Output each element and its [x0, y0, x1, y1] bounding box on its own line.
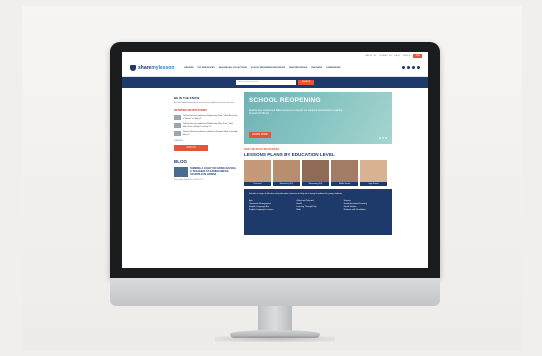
- subject-link[interactable]: English Language Learners: [249, 209, 292, 211]
- subject-link[interactable]: Arts: [249, 200, 292, 202]
- subjects-panel: Includes a range of effective early educ…: [244, 189, 392, 235]
- notification-thumbnail: [174, 131, 181, 137]
- learn-more-button[interactable]: LEARN MORE: [249, 132, 271, 138]
- blog-item[interactable]: SHINING A LIGHT ON HONG DAZHAI, A TEACHE…: [174, 166, 238, 177]
- twitter-icon[interactable]: [407, 66, 410, 69]
- notification-text: National Education Assoc. published Prev…: [183, 131, 238, 136]
- grade-photo: [273, 160, 300, 182]
- grade-label: Elementary (6-8): [302, 182, 329, 186]
- hero-banner: SCHOOL REOPENING Explore free resources …: [244, 92, 392, 144]
- main-column: SCHOOL REOPENING Explore free resources …: [244, 92, 392, 235]
- grade-card[interactable]: Elementary (K-5): [273, 160, 300, 186]
- signin-link[interactable]: SIGN IN: [403, 55, 410, 57]
- imac-stand-neck: [258, 306, 292, 332]
- blog-heading: BLOG: [174, 158, 187, 164]
- sidebar: BE IN THE KNOW See the latest lesson pla…: [174, 92, 238, 235]
- grade-label: Elementary (K-5): [273, 182, 300, 186]
- imac-shadow: [215, 336, 335, 342]
- subject-link[interactable]: Math: [296, 209, 339, 211]
- imac-chin: [110, 278, 440, 306]
- screen: ABOUT US CONTACT US FAQS SIGN IN JOIN sh…: [122, 52, 428, 268]
- top-link-contact[interactable]: CONTACT US: [379, 55, 392, 57]
- know-heading: BE IN THE KNOW: [174, 96, 200, 100]
- blog-meta: Shareable Spotlight | 2020-05-27: [174, 178, 204, 181]
- nav-browse[interactable]: BROWSE: [184, 67, 193, 69]
- join-us-button[interactable]: JOIN US: [174, 144, 208, 151]
- grade-label: Middle School: [331, 182, 358, 186]
- grade-photo: [302, 160, 329, 182]
- know-text: See the latest lesson plans and resource…: [174, 102, 235, 104]
- utility-bar: ABOUT US CONTACT US FAQS SIGN IN JOIN: [122, 52, 428, 59]
- subject-link[interactable]: Science: [344, 200, 387, 202]
- notification-text: Jeffrey Hancock published Wednesday Free…: [183, 115, 238, 120]
- carousel-dot-icon[interactable]: [382, 137, 384, 139]
- main-nav: BROWSE TOP RESOURCES NEA SPECIAL COLLECT…: [184, 67, 340, 69]
- subject-link[interactable]: Learning Through Play: [296, 206, 339, 208]
- lessons-title: LESSONS PLANS BY EDUCATION LEVEL: [244, 152, 335, 157]
- grade-photo: [331, 160, 358, 182]
- nav-teachers[interactable]: TEACHERS: [311, 67, 322, 69]
- subject-link[interactable]: English Language Arts: [249, 206, 292, 208]
- blog-title: SHINING A LIGHT ON HONG DAZHAI, A TEACHE…: [190, 166, 237, 176]
- subject-link[interactable]: Health: [296, 203, 339, 205]
- shield-icon: [130, 64, 136, 71]
- notification-item[interactable]: Jeffrey Hancock published Wednesday Free…: [174, 115, 238, 120]
- nav-top-resources[interactable]: TOP RESOURCES: [197, 67, 214, 69]
- grade-card[interactable]: Preschool: [244, 160, 271, 186]
- nav-communities[interactable]: COMMUNITIES: [326, 67, 340, 69]
- facebook-icon[interactable]: [402, 66, 405, 69]
- join-top-button[interactable]: JOIN: [413, 53, 422, 58]
- carousel-dot-icon[interactable]: [385, 137, 387, 139]
- notification-item[interactable]: National Education Assoc. published Prev…: [174, 131, 238, 137]
- nav-new-resources[interactable]: NEW RESOURCES: [289, 67, 307, 69]
- grade-label: High School: [360, 182, 387, 186]
- notification-text: Jeffrey Hancock published Wednesday Wins…: [183, 123, 233, 128]
- grade-card[interactable]: High School: [360, 160, 387, 186]
- grade-card[interactable]: Middle School: [331, 160, 358, 186]
- search-input[interactable]: Search resources here...: [236, 80, 296, 85]
- site-header: sharemylesson BROWSE TOP RESOURCES NEA S…: [122, 59, 428, 77]
- subject-link[interactable]: Classroom Management: [249, 203, 292, 205]
- pinterest-icon[interactable]: [412, 66, 415, 69]
- subject-link[interactable]: Social-Emotional Learning: [344, 203, 387, 205]
- subject-link[interactable]: Social Studies: [344, 206, 387, 208]
- top-link-faqs[interactable]: FAQS: [395, 55, 400, 57]
- logo-text: sharemylesson: [138, 64, 175, 71]
- main-content: BE IN THE KNOW See the latest lesson pla…: [122, 88, 428, 235]
- subject-link[interactable]: Students with Disabilities: [344, 209, 387, 211]
- grade-levels: Preschool Elementary (K-5) Elementary (6…: [244, 160, 392, 186]
- instagram-icon[interactable]: [417, 66, 420, 69]
- subjects-grid: Arts Gifted and Talented Science Classro…: [249, 200, 387, 211]
- subject-link[interactable]: Gifted and Talented: [296, 200, 339, 202]
- nav-school-reopening[interactable]: SCHOOL REOPENING RESOURCES: [251, 67, 285, 69]
- grade-photo: [360, 160, 387, 182]
- hero-subtitle: Explore free resources & NEA resources t…: [249, 109, 343, 116]
- grade-label: Preschool: [244, 182, 271, 186]
- notification-thumbnail: [174, 123, 181, 129]
- search-band: Search resources here... SEARCH: [122, 77, 428, 88]
- site-logo[interactable]: sharemylesson: [130, 64, 175, 71]
- search-button[interactable]: SEARCH: [298, 80, 314, 85]
- notification-item[interactable]: Jeffrey Hancock published Wednesday Wins…: [174, 123, 238, 129]
- carousel-dots[interactable]: [379, 137, 387, 139]
- notification-thumbnail: [174, 115, 181, 120]
- notifications-heading: NETWORK NOTIFICATIONS: [174, 109, 207, 112]
- grade-photo: [244, 160, 271, 182]
- nav-nea-collections[interactable]: NEA SPECIAL COLLECTIONS: [219, 67, 247, 69]
- carousel-dot-icon[interactable]: [379, 137, 381, 139]
- grade-card[interactable]: Elementary (6-8): [302, 160, 329, 186]
- view-all-link[interactable]: VIEW ALL: [174, 140, 238, 142]
- top-link-about[interactable]: ABOUT US: [366, 55, 376, 57]
- find-resources-label: FIND THE RIGHT RESOURCES: [244, 148, 279, 151]
- hero-title: SCHOOL REOPENING: [249, 97, 321, 104]
- subjects-intro: Includes a range of effective early educ…: [249, 193, 343, 195]
- social-links: [402, 66, 420, 69]
- blog-thumbnail: [174, 166, 188, 177]
